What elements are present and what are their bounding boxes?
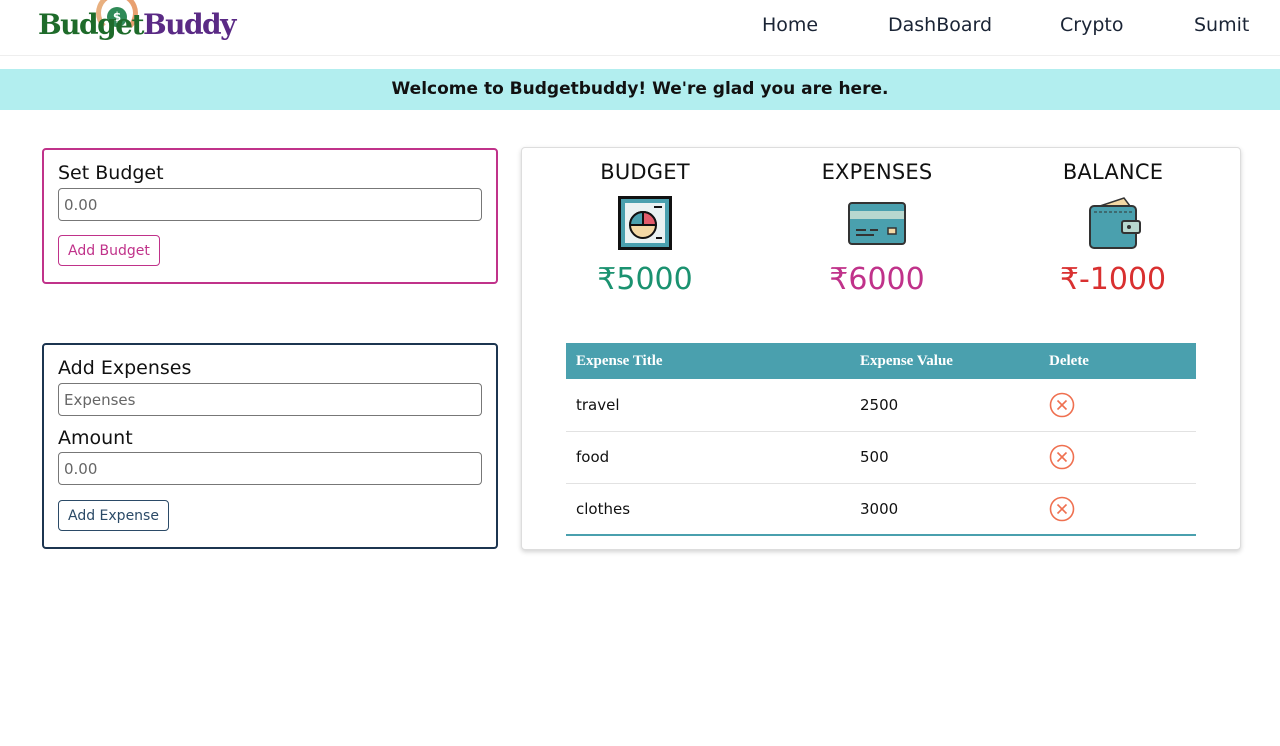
expenses-stat: EXPENSES ₹6000	[777, 160, 977, 297]
add-budget-button[interactable]: Add Budget	[58, 235, 160, 266]
expense-title-input[interactable]	[58, 383, 482, 416]
table-header-row: Expense Title Expense Value Delete	[566, 343, 1196, 379]
expense-table: Expense Title Expense Value Delete trave…	[566, 343, 1196, 536]
add-expenses-card: Add Expenses Amount Add Expense	[42, 343, 498, 549]
navbar: $ BudgetBuddy Home DashBoard Crypto Sumi…	[0, 0, 1280, 56]
table-row: food 500	[566, 431, 1196, 484]
nav-crypto-link[interactable]: Crypto	[1060, 14, 1123, 36]
add-expenses-title: Add Expenses	[58, 357, 192, 379]
balance-stat-title: BALANCE	[1062, 160, 1164, 184]
add-expense-button[interactable]: Add Expense	[58, 500, 169, 531]
summary-card: BUDGET ₹5000 EXPENSES ₹6000 BALANCE ₹-10…	[521, 147, 1241, 550]
row-expense-title: food	[566, 431, 850, 484]
brand-logo[interactable]: $ BudgetBuddy	[38, 0, 236, 46]
logo-text-part2: Buddy	[142, 8, 236, 41]
budget-stat: BUDGET ₹5000	[545, 160, 745, 297]
nav-dashboard-link[interactable]: DashBoard	[888, 14, 992, 36]
pie-chart-report-icon	[618, 196, 672, 250]
expense-amount-input[interactable]	[58, 452, 482, 485]
balance-stat-value: ₹-1000	[1059, 262, 1167, 297]
row-expense-title: travel	[566, 379, 850, 432]
expenses-stat-title: EXPENSES	[821, 160, 933, 184]
close-circle-icon[interactable]	[1049, 444, 1075, 470]
nav-home-link[interactable]: Home	[762, 14, 818, 36]
logo-text: BudgetBuddy	[38, 8, 236, 41]
table-row: clothes 3000	[566, 483, 1196, 536]
nav-user-link[interactable]: Sumit	[1194, 14, 1249, 36]
row-delete-cell	[1039, 431, 1196, 484]
row-expense-title: clothes	[566, 483, 850, 536]
close-circle-icon[interactable]	[1049, 392, 1075, 418]
welcome-banner: Welcome to Budgetbuddy! We're glad you a…	[0, 69, 1280, 110]
set-budget-title: Set Budget	[58, 162, 164, 184]
row-expense-value: 3000	[850, 483, 1039, 536]
budget-stat-value: ₹5000	[597, 262, 693, 297]
row-delete-cell	[1039, 379, 1196, 432]
budget-input[interactable]	[58, 188, 482, 221]
set-budget-card: Set Budget Add Budget	[42, 148, 498, 284]
row-expense-value: 500	[850, 431, 1039, 484]
row-expense-value: 2500	[850, 379, 1039, 432]
header-expense-value: Expense Value	[860, 352, 953, 369]
expenses-stat-value: ₹6000	[829, 262, 925, 297]
budget-stat-title: BUDGET	[600, 160, 690, 184]
logo-text-part1: Budget	[38, 8, 144, 41]
wallet-icon	[1089, 197, 1141, 249]
header-expense-title: Expense Title	[576, 352, 663, 369]
amount-label: Amount	[58, 427, 133, 449]
expense-table-body: travel 2500 food 500 clothes 3000	[566, 379, 1196, 536]
balance-stat: BALANCE ₹-1000	[1013, 160, 1213, 297]
table-row: travel 2500	[566, 379, 1196, 432]
close-circle-icon[interactable]	[1049, 496, 1075, 522]
header-delete: Delete	[1049, 352, 1089, 369]
expense-table-wrapper: Expense Title Expense Value Delete trave…	[566, 343, 1196, 536]
credit-card-icon	[848, 202, 906, 245]
expense-table-header: Expense Title Expense Value Delete	[566, 343, 1196, 379]
row-delete-cell	[1039, 483, 1196, 536]
